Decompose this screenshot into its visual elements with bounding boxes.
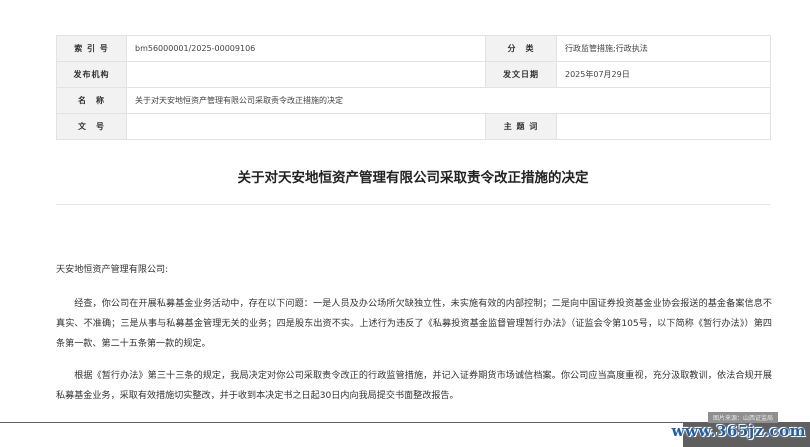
site-watermark: www.365jz.com	[671, 422, 806, 440]
paragraph-decision: 根据《暂行办法》第三十三条的规定，我局决定对你公司采取责令改正的行政监管措施，并…	[56, 371, 772, 401]
addressee: 天安地恒资产管理有限公司:	[56, 265, 169, 275]
table-row: 发布机构 发文日期 2025年07月29日	[56, 61, 771, 88]
keywords-label: 主 题 词	[485, 113, 557, 140]
title-divider	[56, 204, 770, 205]
bottom-margin	[0, 423, 683, 447]
name-value: 关于对天安地恒资产管理有限公司采取责令改正措施的决定	[126, 87, 771, 114]
publisher-label: 发布机构	[56, 61, 127, 88]
document-body: 天安地恒资产管理有限公司: 经查，你公司在开展私募基金业务活动中，存在以下问题：…	[56, 260, 772, 418]
issue-date-label: 发文日期	[485, 61, 557, 88]
table-row: 名 称 关于对天安地恒资产管理有限公司采取责令改正措施的决定	[56, 87, 771, 114]
doc-number-label: 文 号	[56, 113, 127, 140]
page-frame: 索 引 号 bm56000001/2025-00009106 分 类 行政监管措…	[0, 0, 810, 447]
table-row: 索 引 号 bm56000001/2025-00009106 分 类 行政监管措…	[56, 35, 771, 62]
name-label: 名 称	[56, 87, 127, 114]
index-number-value: bm56000001/2025-00009106	[126, 35, 486, 62]
document-title: 关于对天安地恒资产管理有限公司采取责令改正措施的决定	[237, 170, 589, 186]
index-number-label: 索 引 号	[56, 35, 127, 62]
category-label: 分 类	[485, 35, 557, 62]
table-row: 文 号 主 题 词	[56, 113, 771, 140]
category-value: 行政监管措施;行政执法	[556, 35, 771, 62]
document-info-table: 索 引 号 bm56000001/2025-00009106 分 类 行政监管措…	[56, 35, 771, 140]
publisher-value	[126, 61, 486, 88]
keywords-value	[556, 113, 771, 140]
paragraph-findings: 经查，你公司在开展私募基金业务活动中，存在以下问题：一是人员及办公场所欠缺独立性…	[56, 299, 772, 349]
doc-number-value	[126, 113, 486, 140]
issue-date-value: 2025年07月29日	[556, 61, 771, 88]
